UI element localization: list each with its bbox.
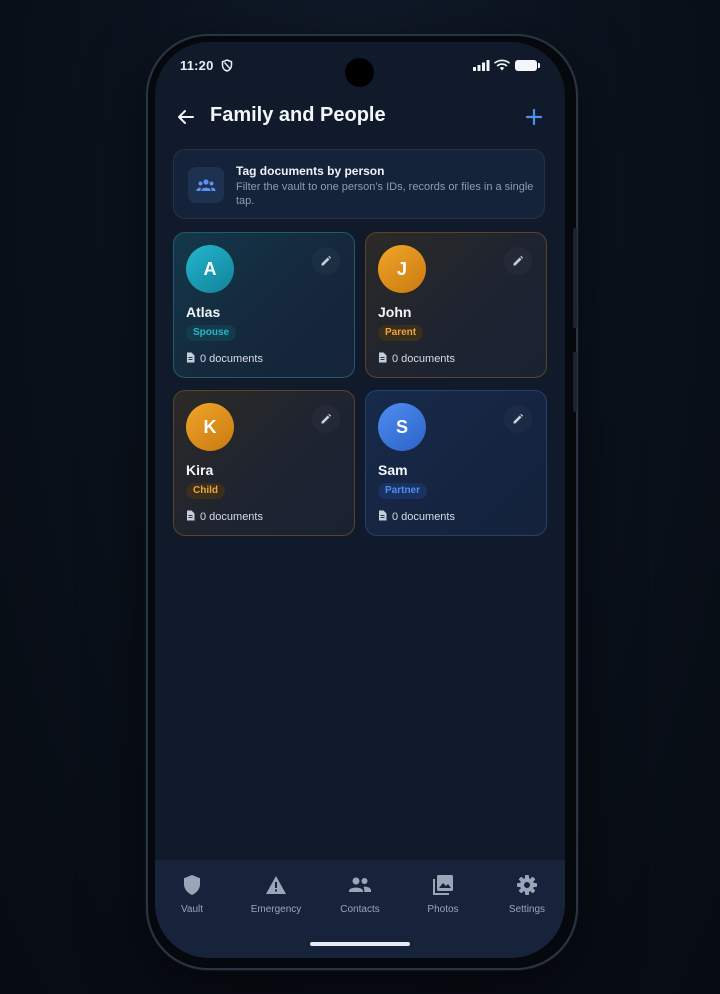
person-name: Kira [186,462,214,478]
edit-button[interactable] [312,247,340,275]
signal-icon [473,60,490,71]
avatar: K [186,403,234,451]
app-header: Family and People [155,102,565,132]
avatar: A [186,245,234,293]
nav-contacts[interactable]: Contacts [319,874,401,915]
page-title: Family and People [210,104,386,126]
edit-button[interactable] [312,405,340,433]
app-screen: 11:20 Family and People Tag documents by… [155,42,565,958]
document-count-label: 0 documents [200,511,263,523]
status-bar: 11:20 [155,42,565,88]
info-banner: Tag documents by person Filter the vault… [173,149,545,219]
document-icon [379,510,387,521]
document-icon [187,352,195,363]
nav-settings[interactable]: Settings [486,874,565,915]
person-name: John [378,304,412,320]
edit-button[interactable] [504,405,532,433]
person-card-atlas[interactable]: A Atlas Spouse 0 documents [173,232,355,378]
photos-icon [433,875,453,895]
person-name: Sam [378,462,408,478]
wifi-icon [494,59,510,71]
warning-icon [266,876,286,894]
nav-emergency[interactable]: Emergency [235,874,317,915]
avatar: S [378,403,426,451]
pencil-icon [513,413,524,424]
person-name: Atlas [186,304,221,320]
relation-badge: Child [186,483,225,499]
person-card-sam[interactable]: S Sam Partner 0 documents [365,390,547,536]
pencil-icon [513,255,524,266]
nav-label: Photos [427,904,459,915]
camera-cutout [345,58,374,87]
banner-description: Filter the vault to one person's IDs, re… [236,181,534,207]
volume-button [573,352,577,412]
nav-photos[interactable]: Photos [402,874,484,915]
document-count-label: 0 documents [392,353,455,365]
document-count: 0 documents [378,352,455,365]
battery-icon [515,60,540,71]
home-indicator[interactable] [310,942,410,946]
gear-icon [517,875,537,895]
power-button [573,228,577,328]
pencil-icon [321,255,332,266]
document-count: 0 documents [378,510,455,523]
person-card-john[interactable]: J John Parent 0 documents [365,232,547,378]
add-person-button[interactable] [523,106,545,128]
people-icon [349,877,371,892]
edit-button[interactable] [504,247,532,275]
nav-label: Emergency [250,904,302,915]
document-icon [379,352,387,363]
avatar: J [378,245,426,293]
nav-label: Vault [180,904,204,915]
shield-icon [184,875,200,895]
nav-label: Contacts [340,904,380,915]
relation-badge: Partner [378,483,428,499]
group-icon [188,167,224,203]
shield-status-icon [221,59,233,72]
document-icon [187,510,195,521]
relation-badge: Spouse [186,325,237,341]
banner-title: Tag documents by person [236,164,385,178]
status-time: 11:20 [180,58,214,73]
document-count: 0 documents [186,510,263,523]
back-arrow-icon[interactable] [175,106,197,128]
nav-label: Settings [508,904,546,915]
document-count-label: 0 documents [200,353,263,365]
nav-vault[interactable]: Vault [155,874,233,915]
pencil-icon [321,413,332,424]
person-card-kira[interactable]: K Kira Child 0 documents [173,390,355,536]
document-count: 0 documents [186,352,263,365]
relation-badge: Parent [378,325,424,341]
document-count-label: 0 documents [392,511,455,523]
